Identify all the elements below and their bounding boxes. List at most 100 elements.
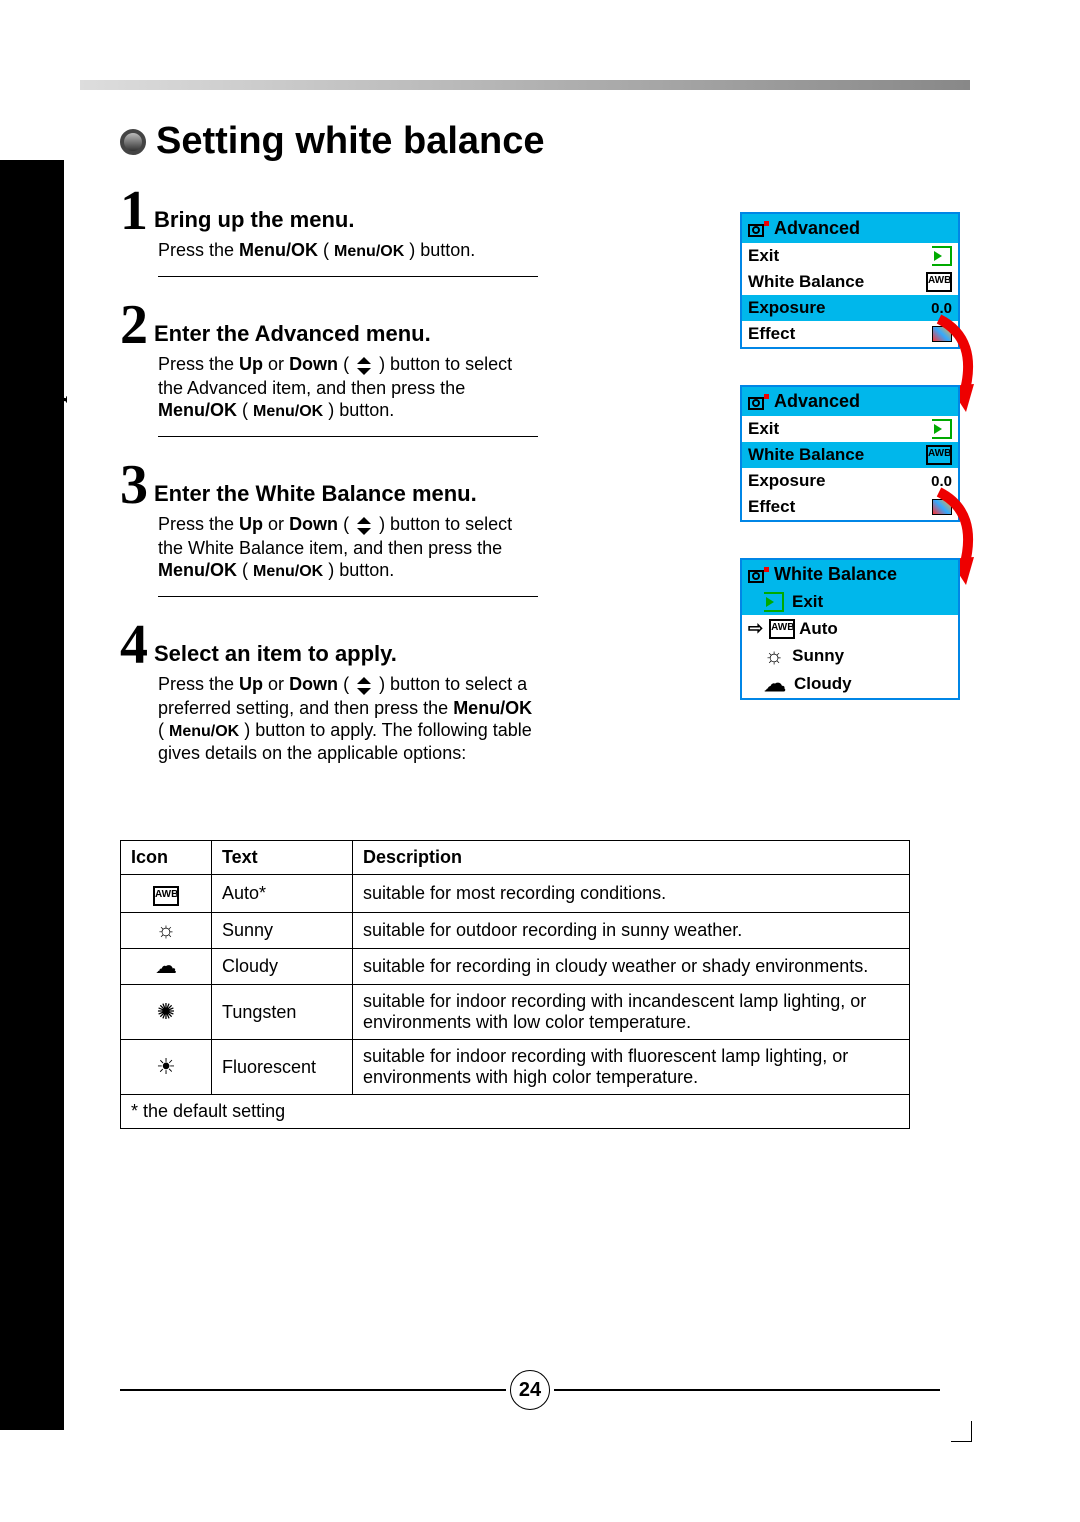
text: Menu/OK	[158, 560, 237, 580]
cloud-icon: ☁	[155, 955, 177, 977]
advanced-menu-1: Advanced Exit White BalanceAWBExposure0.0…	[740, 212, 960, 349]
steps-column: 1 Bring up the menu. Press the Menu/OK (…	[120, 183, 540, 765]
table-cell-description: suitable for outdoor recording in sunny …	[353, 913, 910, 949]
text: (	[338, 674, 354, 694]
divider	[158, 276, 538, 277]
effect-icon	[932, 499, 952, 515]
table-cell-icon: ☀	[121, 1040, 212, 1095]
text: or	[263, 354, 289, 374]
text: Menu/OK	[158, 400, 237, 420]
page-footer: 24	[120, 1370, 940, 1410]
divider	[158, 596, 538, 597]
step-number: 1	[120, 183, 148, 239]
text: (	[318, 240, 334, 260]
table-header-text: Text	[212, 841, 353, 875]
step-body: Press the Up or Down ( ) button to selec…	[158, 353, 540, 422]
menu-label: Effect	[748, 324, 795, 344]
table-cell-text: Fluorescent	[212, 1040, 353, 1095]
menu-label: Exit	[748, 419, 779, 439]
text: (	[237, 400, 253, 420]
camera-mode-icon	[748, 393, 770, 411]
table-row: ☼Sunnysuitable for outdoor recording in …	[121, 913, 910, 949]
step-3: 3 Enter the White Balance menu. Press th…	[120, 457, 540, 597]
menu-row: Exposure0.0	[742, 295, 958, 321]
menu-label: Cloudy	[794, 674, 852, 694]
menu-row: Effect	[742, 494, 958, 520]
title-row: Setting white balance	[120, 120, 940, 163]
table-row: AWB Auto*suitable for most recording cond…	[121, 875, 910, 913]
step-title: Enter the Advanced menu.	[154, 321, 431, 353]
text: Up	[239, 674, 263, 694]
menu-title: Advanced	[774, 218, 860, 239]
text: Press the	[158, 514, 239, 534]
up-down-icon	[354, 514, 374, 537]
footer-line	[554, 1389, 940, 1391]
divider	[158, 436, 538, 437]
camera-mode-icon	[748, 566, 770, 584]
text: Down	[289, 674, 338, 694]
text: (	[338, 354, 354, 374]
menu-row: Exit	[742, 416, 958, 442]
menu-header: Advanced	[742, 214, 958, 243]
menu-label: White Balance	[748, 445, 864, 465]
menu-title: White Balance	[774, 564, 897, 585]
menu-row: ⇨AWB Auto	[742, 615, 958, 642]
exit-icon	[932, 246, 952, 266]
step-title: Enter the White Balance menu.	[154, 481, 477, 513]
table-row: ✺Tungstensuitable for indoor recording w…	[121, 985, 910, 1040]
menu-row: White BalanceAWB	[742, 269, 958, 295]
white-balance-options-table: Icon Text Description AWBAuto*suitable f…	[120, 840, 910, 1129]
menu-row: Exit	[742, 243, 958, 269]
step-number: 4	[120, 617, 148, 673]
page-number: 24	[510, 1370, 550, 1410]
text: or	[263, 514, 289, 534]
table-header-description: Description	[353, 841, 910, 875]
table-cell-text: Auto*	[212, 875, 353, 913]
table-cell-text: Sunny	[212, 913, 353, 949]
table-cell-description: suitable for indoor recording with fluor…	[353, 1040, 910, 1095]
table-cell-description: suitable for most recording conditions.	[353, 875, 910, 913]
step-title: Select an item to apply.	[154, 641, 397, 673]
menu-title: Advanced	[774, 391, 860, 412]
menu-row: White Balance AWB	[742, 442, 958, 468]
menu-row: Exit	[742, 589, 958, 615]
text: Press the	[158, 240, 239, 260]
table-cell-icon: ☼	[121, 913, 212, 949]
manual-page: advanced operations Setting white balanc…	[0, 0, 1080, 1522]
awb-icon: AWB	[769, 619, 795, 639]
menu-label: Sunny	[792, 646, 844, 666]
selection-arrow-icon: ⇨	[748, 618, 763, 639]
tungsten-icon: ✺	[157, 1001, 175, 1023]
menu-label: Exposure	[748, 471, 825, 491]
effect-icon	[932, 326, 952, 342]
step-number: 2	[120, 297, 148, 353]
menu-header: Advanced	[742, 387, 958, 416]
menu-value: 0.0	[931, 300, 952, 317]
menu-value: 0.0	[931, 473, 952, 490]
text: Down	[289, 514, 338, 534]
cloud-icon: ☁	[764, 673, 786, 695]
table-row: ☁Cloudysuitable for recording in cloudy …	[121, 949, 910, 985]
menu-ok-button-label: Menu/OK	[253, 563, 323, 580]
menu-row: ☼ Sunny	[742, 642, 958, 670]
table-footnote: * the default setting	[121, 1095, 910, 1129]
menu-header: White Balance	[742, 560, 958, 589]
text: Menu/OK	[239, 240, 318, 260]
text: Press the	[158, 674, 239, 694]
step-body: Press the Menu/OK ( Menu/OK ) button.	[158, 239, 540, 262]
awb-icon: AWB	[153, 886, 179, 906]
table-row: ☀Fluorescentsuitable for indoor recordin…	[121, 1040, 910, 1095]
menu-label: Exit	[748, 246, 779, 266]
awb-icon: AWB	[926, 445, 952, 465]
step-1: 1 Bring up the menu. Press the Menu/OK (…	[120, 183, 540, 277]
camera-mode-icon	[748, 220, 770, 238]
text: or	[263, 674, 289, 694]
text: ) button.	[323, 560, 394, 580]
table-cell-description: suitable for recording in cloudy weather…	[353, 949, 910, 985]
table-cell-icon: ✺	[121, 985, 212, 1040]
menu-label: White Balance	[748, 272, 864, 292]
up-down-icon	[354, 674, 374, 697]
table-header-icon: Icon	[121, 841, 212, 875]
step-body: Press the Up or Down ( ) button to selec…	[158, 673, 540, 765]
text: (	[338, 514, 354, 534]
